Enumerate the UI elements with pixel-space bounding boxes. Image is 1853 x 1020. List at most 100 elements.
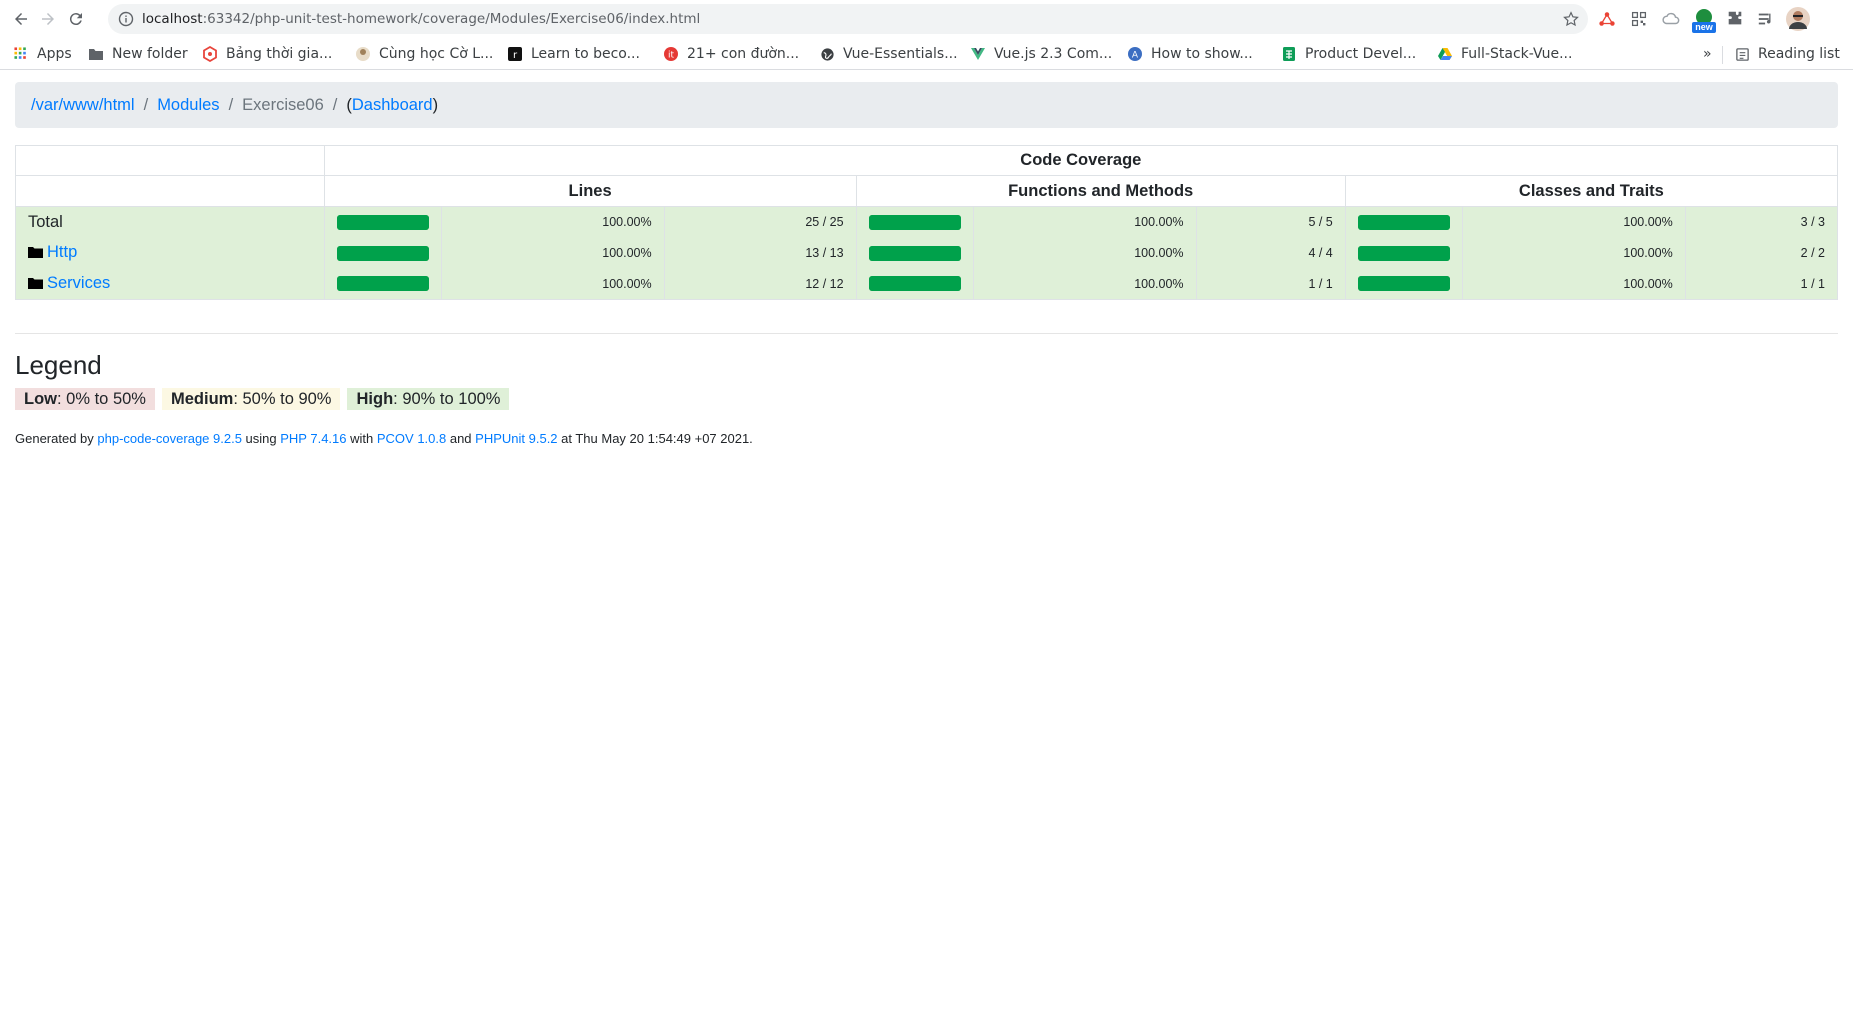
coverage-bar-fill [868, 245, 961, 261]
table-row: Total 100.00% 25 / 25 100.00% 5 / 5 100.00% 3 … [15, 206, 1839, 238]
info-icon[interactable] [118, 11, 134, 27]
bookmark-label: Bảng thời gia... [226, 46, 333, 62]
breadcrumb-modules-link[interactable]: Modules [157, 96, 219, 115]
divider [15, 333, 1838, 334]
bookmark-item[interactable]: r Learn to beco... [507, 45, 640, 63]
bookmark-star-icon[interactable] [1562, 10, 1580, 28]
funcs-percent: 100.00% [972, 206, 1197, 238]
red-circle-icon: it [663, 46, 679, 62]
folder-icon [28, 278, 43, 289]
media-icon[interactable] [1756, 9, 1776, 29]
coverage-bar-fill [336, 245, 429, 261]
footer-timestamp: at Thu May 20 1:54:49 +07 2021. [557, 431, 753, 446]
lines-percent: 100.00% [440, 237, 665, 269]
svg-text:A: A [1132, 51, 1139, 61]
drive-icon [1437, 46, 1453, 62]
new-badge-label: new [1695, 22, 1713, 32]
lines-percent: 100.00% [440, 268, 665, 300]
puzzle-icon[interactable] [1725, 9, 1745, 29]
lines-percent: 100.00% [440, 206, 665, 238]
pcov-link[interactable]: PCOV 1.0.8 [377, 431, 446, 446]
coverage-table: Code Coverage Lines Functions and Method… [15, 145, 1839, 300]
bookmark-item[interactable]: Product Devel... [1281, 45, 1416, 63]
breadcrumb-separator: / [228, 95, 234, 114]
directory-link[interactable]: Http [28, 243, 77, 262]
bookmark-item[interactable]: Cùng học Cờ L... [355, 45, 493, 63]
reload-button[interactable] [64, 7, 88, 31]
coverage-bar [1357, 276, 1450, 292]
svg-text:it: it [668, 51, 675, 61]
folder-icon [88, 46, 104, 62]
bookmark-label: How to show... [1151, 46, 1253, 62]
header-code-coverage: Code Coverage [323, 145, 1839, 176]
legend-medium-range: : 50% to 90% [233, 390, 332, 408]
reload-icon [69, 13, 82, 26]
phpunit-link[interactable]: PHPUnit 9.5.2 [475, 431, 557, 446]
apps-grid-icon [13, 46, 29, 62]
browser-toolbar: localhost:63342/php-unit-test-homework/c… [0, 0, 1853, 38]
directory-link[interactable]: Services [28, 274, 110, 293]
url-text[interactable]: localhost:63342/php-unit-test-homework/c… [142, 11, 700, 27]
lines-bar-cell [323, 268, 442, 300]
header-empty-cell [15, 145, 325, 176]
legend-medium-label: Medium [170, 390, 234, 408]
coverage-bar-fill [868, 276, 961, 292]
bookmarks-overflow-button[interactable]: » [1703, 45, 1712, 63]
breadcrumb-root-link[interactable]: /var/www/html [31, 96, 135, 115]
forward-button[interactable] [36, 7, 60, 31]
bookmark-item[interactable]: Vue.js 2.3 Com... [970, 45, 1112, 63]
classes-percent: 100.00% [1461, 237, 1686, 269]
breadcrumb: /var/www/html / Modules / Exercise06 / (… [15, 82, 1838, 128]
row-name-cell: Total [15, 206, 325, 238]
row-name-cell: Http [15, 237, 325, 269]
funcs-bar-cell [855, 268, 974, 300]
red-hex-icon [202, 46, 218, 62]
cloud-icon[interactable] [1661, 9, 1681, 29]
coverage-bar-fill [1357, 214, 1450, 230]
coverage-bar-fill [336, 276, 429, 292]
classes-ratio: 1 / 1 [1684, 268, 1839, 300]
bookmark-item[interactable]: New folder [88, 45, 188, 63]
address-bar[interactable]: localhost:63342/php-unit-test-homework/c… [108, 4, 1588, 34]
coverage-bar [336, 276, 429, 292]
avatar[interactable] [1786, 7, 1810, 31]
bookmark-label: Apps [37, 46, 72, 62]
footer-with: with [346, 431, 377, 446]
bookmark-item[interactable]: A How to show... [1127, 45, 1253, 63]
bookmark-item[interactable]: Full-Stack-Vue... [1437, 45, 1572, 63]
qr-icon[interactable] [1629, 9, 1649, 29]
footer-using: using [241, 431, 281, 446]
funcs-ratio: 1 / 1 [1195, 268, 1346, 300]
bookmark-item[interactable]: Apps [13, 45, 72, 63]
coverage-bar-fill [1357, 245, 1450, 261]
funcs-ratio: 4 / 4 [1195, 237, 1346, 269]
reading-list-button[interactable]: Reading list [1734, 45, 1840, 63]
url-path: :63342/php-unit-test-homework/coverage/M… [202, 11, 701, 27]
php-code-coverage-link[interactable]: php-code-coverage 9.2.5 [97, 431, 242, 446]
close-paren: ) [432, 95, 439, 114]
coverage-bar [868, 214, 961, 230]
character-icon [355, 46, 371, 62]
legend-medium: Medium: 50% to 90% [161, 388, 341, 410]
back-button[interactable] [9, 7, 33, 31]
url-host: localhost [142, 11, 203, 27]
bookmark-item[interactable]: it 21+ con đườn... [663, 45, 799, 63]
classes-bar-cell [1344, 268, 1463, 300]
bookmark-label: 21+ con đườn... [687, 46, 800, 62]
lines-ratio: 25 / 25 [663, 206, 857, 238]
network-icon[interactable] [1597, 9, 1617, 29]
php-link[interactable]: PHP 7.4.16 [280, 431, 346, 446]
funcs-percent: 100.00% [972, 237, 1197, 269]
footer-and: and [446, 431, 476, 446]
coverage-bar [868, 276, 961, 292]
legend-low: Low: 0% to 50% [15, 388, 155, 410]
new-badge-extension-icon[interactable]: new [1692, 8, 1716, 34]
legend: Low: 0% to 50% Medium: 50% to 90% High : … [15, 388, 516, 410]
lines-bar-cell [323, 237, 442, 269]
bookmarks-bar: Apps New folder Bảng thời gia... Cùng học C… [0, 38, 1853, 70]
legend-high-label: High [356, 390, 394, 408]
header-empty-cell [15, 175, 325, 207]
bookmark-item[interactable]: Bảng thời gia... [202, 45, 332, 63]
dashboard-link[interactable]: Dashboard [352, 96, 433, 115]
bookmark-item[interactable]: Vue-Essentials... [819, 45, 958, 63]
